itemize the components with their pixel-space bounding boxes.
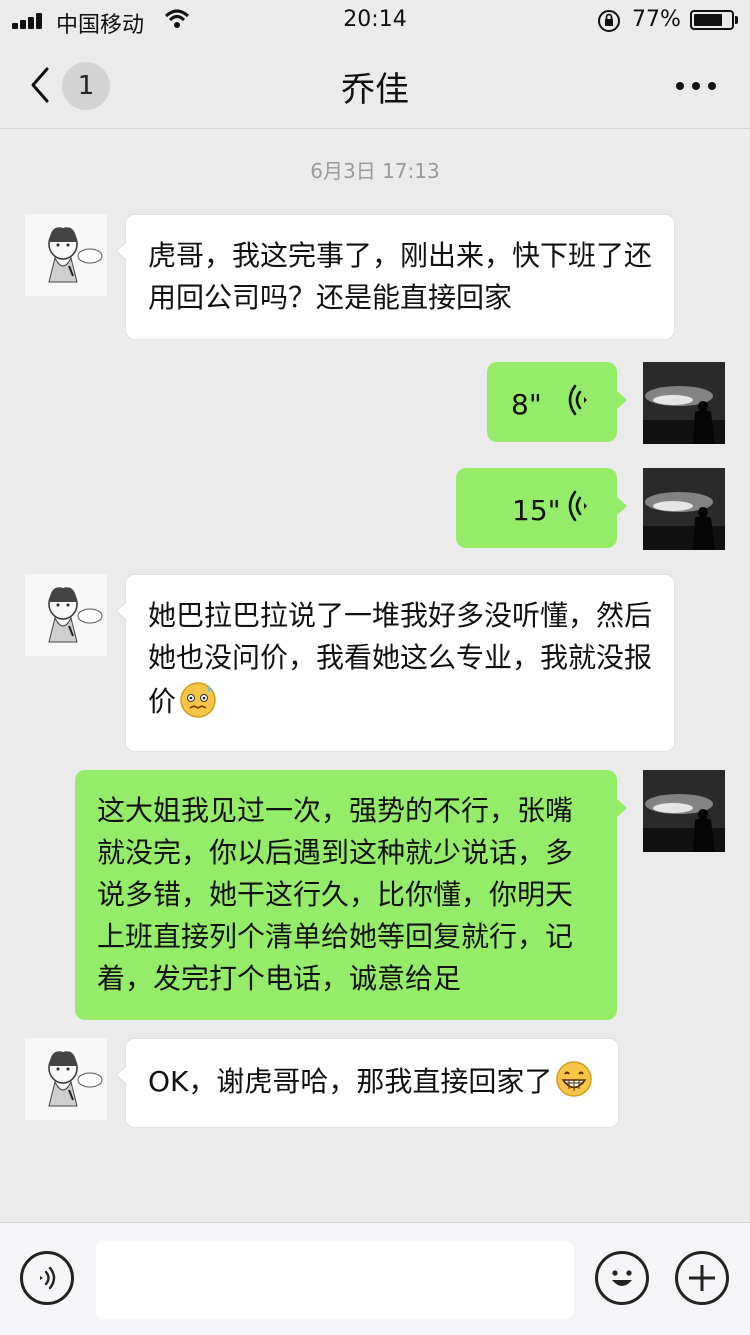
status-bar: 中国移动 20:14 77% <box>0 0 750 42</box>
my-avatar[interactable] <box>643 362 725 444</box>
outgoing-text-bubble[interactable]: 这大姐我见过一次，强势的不行，张嘴 就没完，你以后遇到这种就少说话，多 说多错，… <box>75 770 627 1020</box>
plus-icon <box>687 1263 717 1297</box>
battery-tip <box>735 16 738 24</box>
chat-title: 乔佳 <box>341 70 409 110</box>
outgoing-voice-bubble[interactable]: 8" <box>487 362 627 442</box>
battery-percent: 77% <box>632 7 681 32</box>
emoji-icon <box>602 1258 642 1302</box>
contact-avatar[interactable] <box>25 214 107 296</box>
message-line-text: 价 <box>148 685 177 718</box>
my-avatar[interactable] <box>643 770 725 852</box>
message-line: 虎哥，我这完事了，刚出来，快下班了还 <box>148 239 653 272</box>
grin-emoji <box>554 1059 594 1111</box>
my-avatar[interactable] <box>643 468 725 550</box>
battery-icon <box>690 10 734 30</box>
chat-message-list[interactable]: 6月3日 17:13 虎哥，我这完事了，刚出来，快下班了还 用回公司吗？还是能直… <box>0 129 750 1221</box>
message-line: 说多错，她干这行久，比你懂，你明天 <box>97 878 574 911</box>
more-dots-icon <box>708 82 716 90</box>
voice-duration: 15" <box>512 494 561 527</box>
message-line: 着，发完打个电话，诚意给足 <box>97 962 462 995</box>
contact-avatar[interactable] <box>25 574 107 656</box>
message-line: 她也没问价，我看她这么专业，我就没报 <box>148 641 653 674</box>
plus-button[interactable] <box>675 1251 729 1305</box>
more-dots-icon <box>692 82 700 90</box>
message-line: 这大姐我见过一次，强势的不行，张嘴 <box>97 794 574 827</box>
awkward-sweat-emoji <box>178 679 218 731</box>
incoming-text-bubble[interactable]: 虎哥，我这完事了，刚出来，快下班了还 用回公司吗？还是能直接回家 <box>115 214 675 340</box>
message-line-text: OK，谢虎哥哈，那我直接回家了 <box>148 1065 553 1098</box>
rotation-lock-icon <box>597 9 621 39</box>
voice-mode-button[interactable] <box>20 1251 74 1305</box>
outgoing-voice-bubble[interactable]: 15" <box>456 468 627 548</box>
voice-wave-icon <box>563 488 589 536</box>
incoming-text-bubble[interactable]: OK，谢虎哥哈，那我直接回家了 <box>115 1038 619 1128</box>
incoming-text-bubble[interactable]: 她巴拉巴拉说了一堆我好多没听懂，然后 她也没问价，我看她这么专业，我就没报 价 <box>115 574 675 752</box>
chat-header: 1 乔佳 <box>0 42 750 129</box>
voice-mode-icon <box>35 1264 61 1296</box>
more-dots-icon <box>676 82 684 90</box>
message-line: 上班直接列个清单给她等回复就行，记 <box>97 920 574 953</box>
message-timestamp: 6月3日 17:13 <box>310 159 440 183</box>
contact-avatar[interactable] <box>25 1038 107 1120</box>
input-bar <box>0 1222 750 1335</box>
message-line: 价 <box>148 679 652 731</box>
voice-duration: 8" <box>511 388 542 421</box>
message-line: 她巴拉巴拉说了一堆我好多没听懂，然后 <box>148 599 653 632</box>
message-line: OK，谢虎哥哈，那我直接回家了 <box>148 1059 596 1111</box>
message-input[interactable] <box>96 1241 574 1319</box>
voice-wave-icon <box>563 382 589 430</box>
message-line: 用回公司吗？还是能直接回家 <box>148 281 513 314</box>
emoji-button[interactable] <box>595 1251 649 1305</box>
more-options-button[interactable] <box>666 64 726 104</box>
message-line: 就没完，你以后遇到这种就少说话，多 <box>97 836 574 869</box>
